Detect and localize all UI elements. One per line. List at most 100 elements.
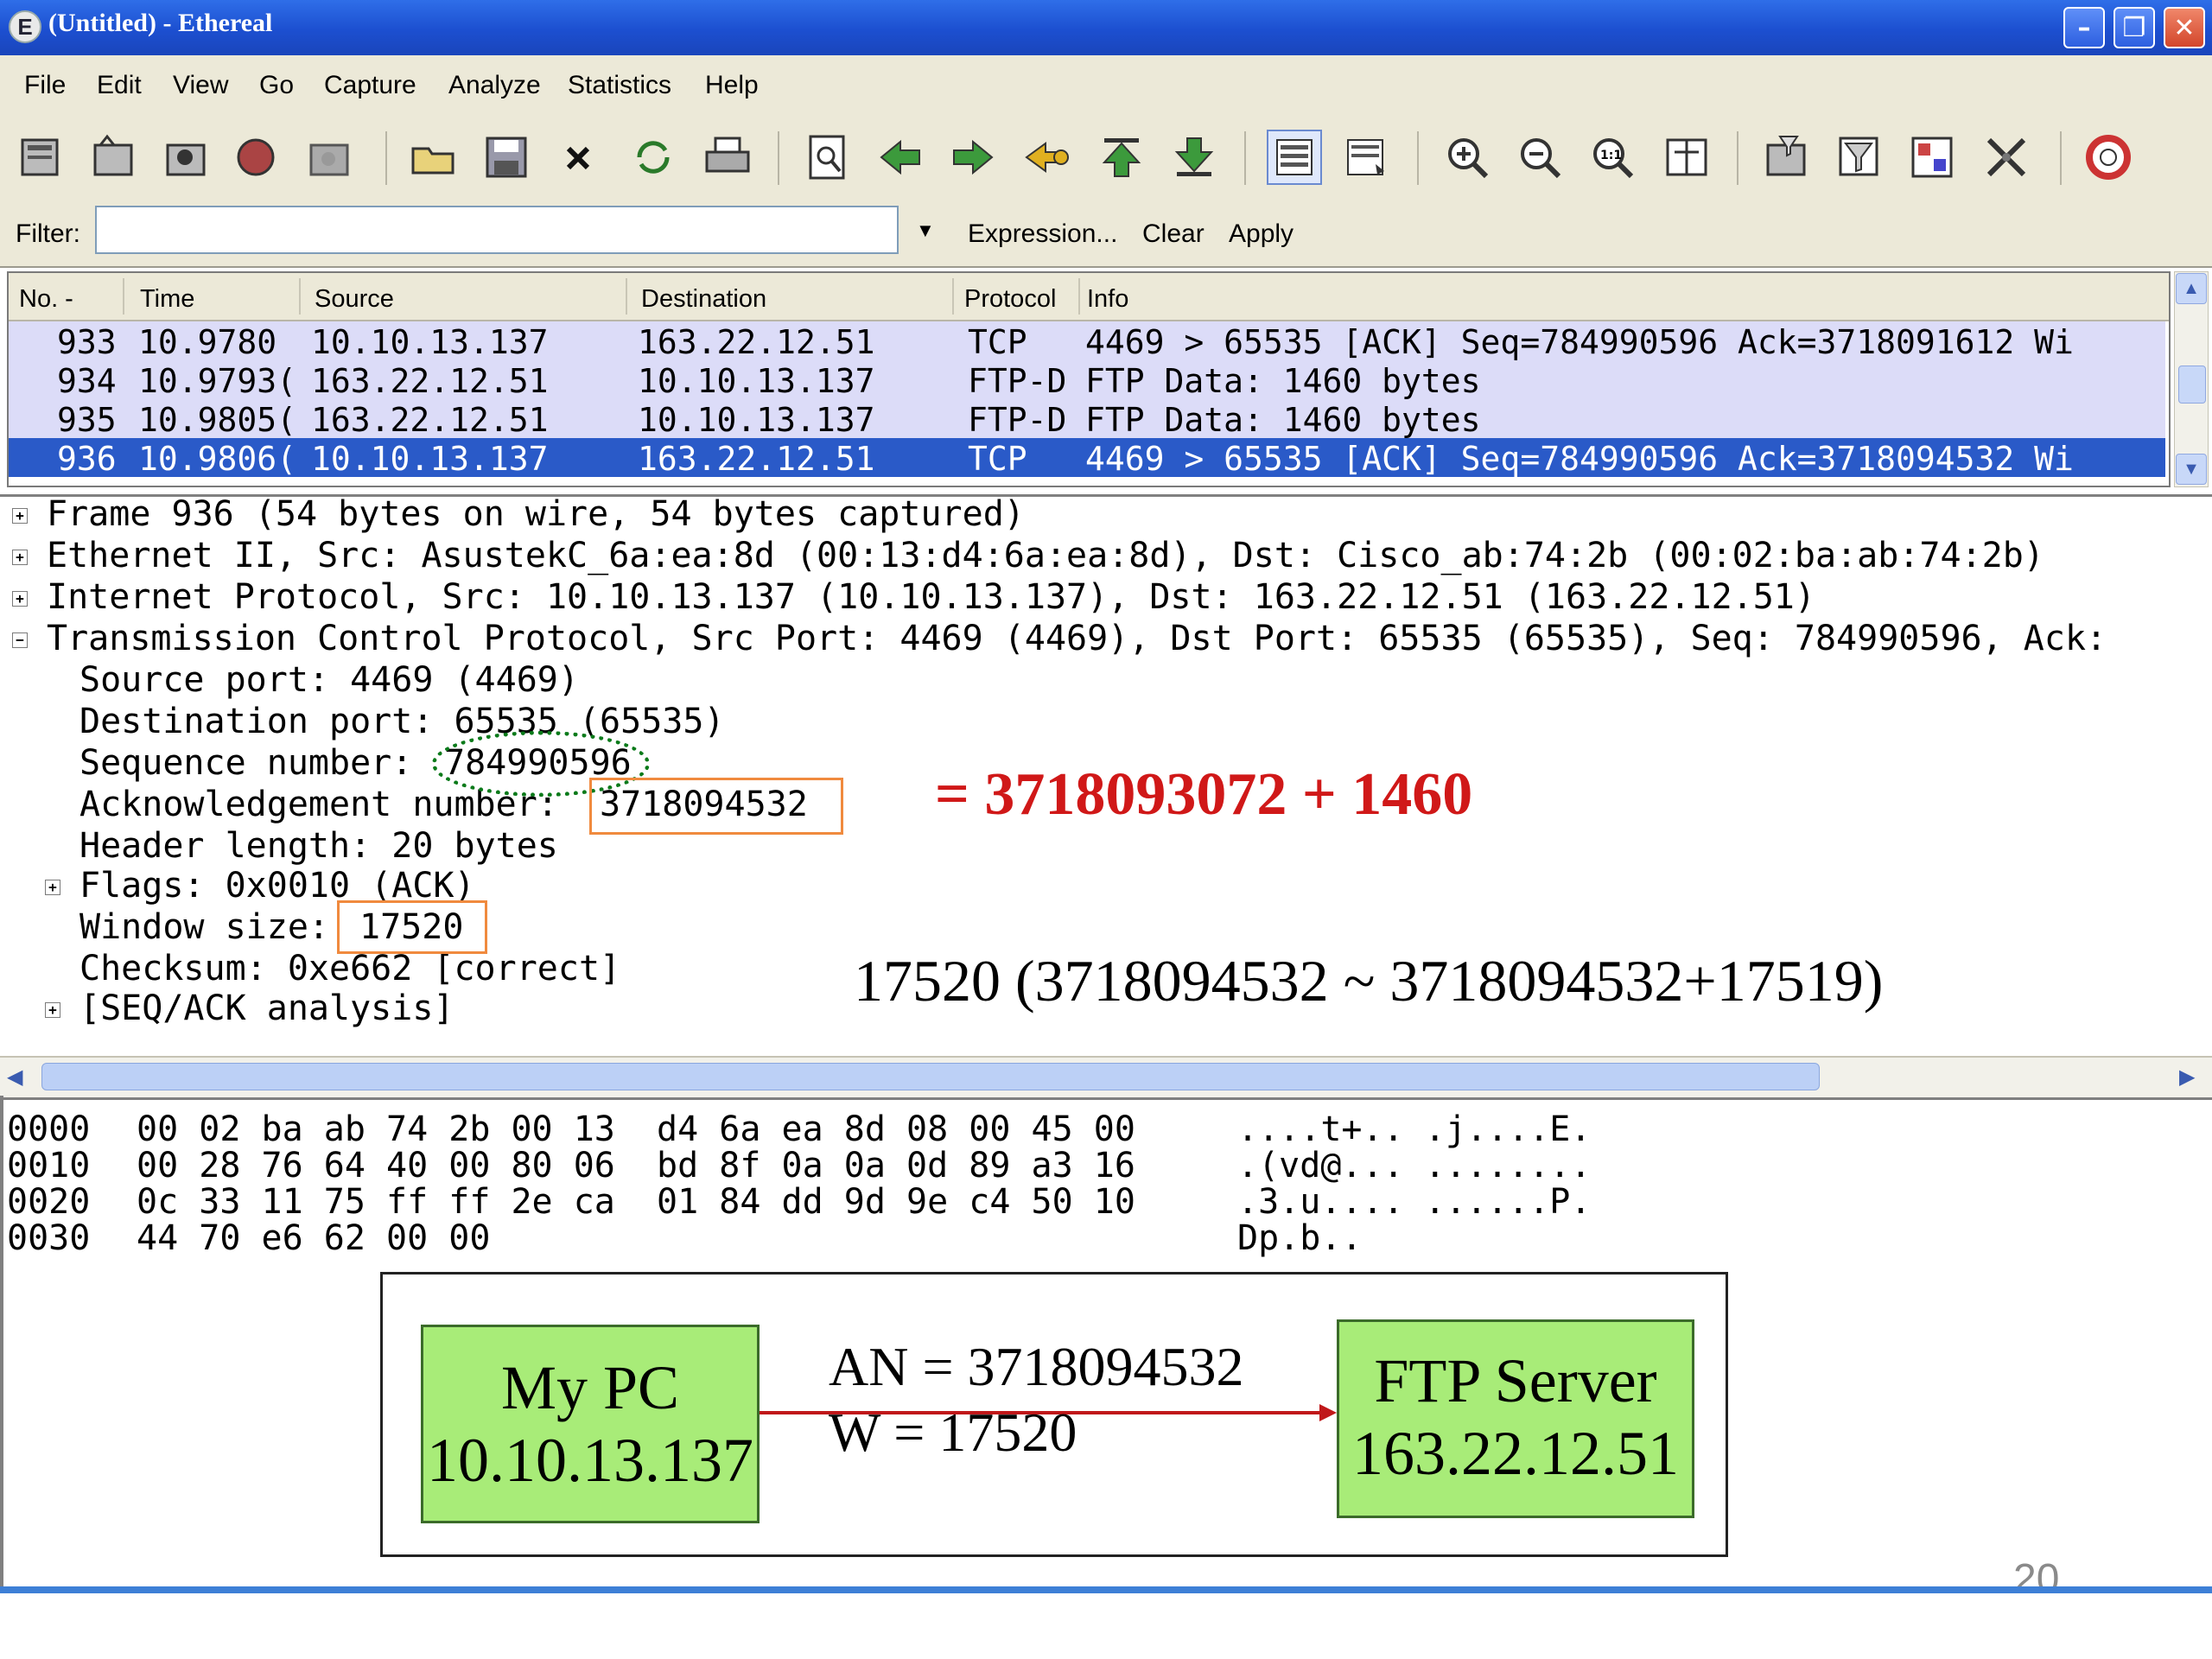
app-icon: E	[9, 10, 41, 43]
packet-row[interactable]: 934 10.9793( 163.22.12.51 10.10.13.137 F…	[9, 360, 2165, 400]
filter-dropdown-icon[interactable]: ▼	[916, 219, 935, 242]
packet-destination: 163.22.12.51	[638, 323, 875, 361]
hex-ascii[interactable]: Dp.b..	[1237, 1218, 1363, 1258]
tcp-destination-port[interactable]: Destination port: 65535 (65535)	[79, 702, 725, 741]
hex-ascii[interactable]: .(vd@... ........	[1237, 1146, 1591, 1185]
menu-capture[interactable]: Capture	[324, 71, 416, 100]
menu-edit[interactable]: Edit	[97, 71, 142, 100]
packet-list[interactable]: No. - Time Source Destination Protocol I…	[7, 271, 2171, 487]
column-info[interactable]: Info	[1087, 285, 1128, 314]
find-packet-icon[interactable]	[800, 130, 855, 185]
zoom-in-icon[interactable]	[1440, 130, 1495, 185]
interfaces-icon[interactable]	[14, 130, 69, 185]
column-divider[interactable]	[123, 278, 124, 315]
scroll-down-icon[interactable]: ▼	[2176, 454, 2207, 485]
expand-icon[interactable]: +	[12, 508, 28, 524]
my-pc-ip: 10.10.13.137	[427, 1426, 753, 1495]
expression-button[interactable]: Expression...	[968, 219, 1117, 249]
tcp-window-label[interactable]: Window size:	[79, 907, 329, 947]
scroll-left-icon[interactable]: ◀	[7, 1065, 22, 1090]
hex-offset: 0010	[7, 1146, 91, 1185]
auto-scroll-icon[interactable]	[1339, 130, 1395, 185]
tree-frame[interactable]: Frame 936 (54 bytes on wire, 54 bytes ca…	[47, 494, 1025, 534]
column-divider[interactable]	[952, 278, 954, 315]
tcp-header-length[interactable]: Header length: 20 bytes	[79, 826, 558, 866]
print-icon[interactable]	[700, 130, 755, 185]
hex-ascii[interactable]: .3.u.... ......P.	[1237, 1182, 1591, 1222]
minimize-button[interactable]: –	[2063, 7, 2105, 48]
column-divider[interactable]	[1078, 278, 1080, 315]
hex-ascii[interactable]: ....t+.. .j....E.	[1237, 1109, 1591, 1149]
tree-ethernet[interactable]: Ethernet II, Src: AsustekC_6a:ea:8d (00:…	[47, 536, 2044, 575]
menu-analyze[interactable]: Analyze	[448, 71, 541, 100]
restart-capture-icon[interactable]	[302, 130, 358, 185]
column-protocol[interactable]: Protocol	[964, 285, 1056, 314]
expand-icon[interactable]: +	[12, 550, 28, 565]
menu-statistics[interactable]: Statistics	[568, 71, 671, 100]
tree-tcp[interactable]: Transmission Control Protocol, Src Port:…	[47, 619, 2107, 658]
menu-go[interactable]: Go	[259, 71, 294, 100]
column-source[interactable]: Source	[315, 285, 394, 314]
go-back-icon[interactable]	[873, 130, 928, 185]
packet-list-scrollbar[interactable]: ▲ ▼	[2174, 271, 2209, 487]
open-folder-icon[interactable]	[406, 130, 461, 185]
menu-help[interactable]: Help	[705, 71, 759, 100]
go-last-icon[interactable]	[1166, 130, 1222, 185]
column-divider[interactable]	[626, 278, 627, 315]
go-forward-icon[interactable]	[945, 130, 1001, 185]
go-first-icon[interactable]	[1094, 130, 1149, 185]
colorize-icon[interactable]	[1267, 130, 1322, 185]
details-horizontal-scrollbar[interactable]: ◀ ▶	[0, 1056, 2212, 1100]
reload-icon[interactable]	[626, 130, 681, 185]
display-filters-icon[interactable]	[1832, 130, 1887, 185]
preferences-icon[interactable]	[1979, 130, 2034, 185]
maximize-button[interactable]: ❐	[2113, 7, 2155, 48]
packet-row[interactable]: 935 10.9805( 163.22.12.51 10.10.13.137 F…	[9, 399, 2165, 439]
column-divider[interactable]	[299, 278, 301, 315]
packet-protocol: TCP	[968, 440, 1027, 478]
column-time[interactable]: Time	[140, 285, 194, 314]
go-to-packet-icon[interactable]	[1020, 130, 1075, 185]
column-destination[interactable]: Destination	[641, 285, 766, 314]
title-bar[interactable]: E (Untitled) - Ethereal – ❐ ✕	[0, 0, 2212, 55]
tcp-source-port[interactable]: Source port: 4469 (4469)	[79, 660, 579, 700]
normal-size-icon[interactable]: 1:1	[1585, 130, 1640, 185]
start-capture-icon[interactable]	[159, 130, 214, 185]
packet-source: 10.10.13.137	[311, 323, 549, 361]
clear-button[interactable]: Clear	[1142, 219, 1205, 249]
save-icon[interactable]	[479, 130, 534, 185]
hex-bytes[interactable]: 00 02 ba ab 74 2b 00 13 d4 6a ea 8d 08 0…	[137, 1109, 1135, 1149]
apply-button[interactable]: Apply	[1229, 219, 1294, 249]
expand-icon[interactable]: +	[45, 1002, 60, 1018]
filter-input[interactable]	[95, 206, 899, 254]
scroll-thumb[interactable]	[2178, 365, 2206, 404]
expand-icon[interactable]: +	[12, 591, 28, 607]
help-icon[interactable]	[2081, 130, 2136, 185]
packet-row[interactable]: 933 10.9780 10.10.13.137 163.22.12.51 TC…	[9, 321, 2165, 361]
scroll-thumb[interactable]	[41, 1063, 1820, 1090]
zoom-out-icon[interactable]	[1512, 130, 1567, 185]
stop-capture-icon[interactable]	[230, 130, 285, 185]
close-button[interactable]: ✕	[2164, 7, 2205, 48]
tree-ip[interactable]: Internet Protocol, Src: 10.10.13.137 (10…	[47, 577, 1815, 617]
close-file-icon[interactable]	[551, 130, 607, 185]
hex-bytes[interactable]: 0c 33 11 75 ff ff 2e ca 01 84 dd 9d 9e c…	[137, 1182, 1135, 1222]
tcp-checksum[interactable]: Checksum: 0xe662 [correct]	[79, 949, 620, 988]
hex-bytes[interactable]: 44 70 e6 62 00 00	[137, 1218, 490, 1258]
menu-file[interactable]: File	[24, 71, 66, 100]
scroll-up-icon[interactable]: ▲	[2176, 273, 2207, 304]
column-no[interactable]: No. -	[19, 285, 73, 314]
coloring-rules-icon[interactable]	[1904, 130, 1960, 185]
scroll-right-icon[interactable]: ▶	[2179, 1065, 2195, 1090]
capture-filters-icon[interactable]	[1759, 130, 1815, 185]
collapse-icon[interactable]: −	[12, 632, 28, 648]
resize-columns-icon[interactable]	[1659, 130, 1714, 185]
hex-bytes[interactable]: 00 28 76 64 40 00 80 06 bd 8f 0a 0a 0d 8…	[137, 1146, 1135, 1185]
capture-options-icon[interactable]	[86, 130, 142, 185]
tcp-seq-ack-analysis[interactable]: [SEQ/ACK analysis]	[79, 988, 454, 1028]
tcp-sequence-label[interactable]: Sequence number:	[79, 743, 412, 783]
menu-view[interactable]: View	[173, 71, 228, 100]
packet-row-selected[interactable]: 936 10.9806( 10.10.13.137 163.22.12.51 T…	[9, 438, 2165, 478]
expand-icon[interactable]: +	[45, 880, 60, 895]
packet-time: 10.9780	[138, 323, 277, 361]
